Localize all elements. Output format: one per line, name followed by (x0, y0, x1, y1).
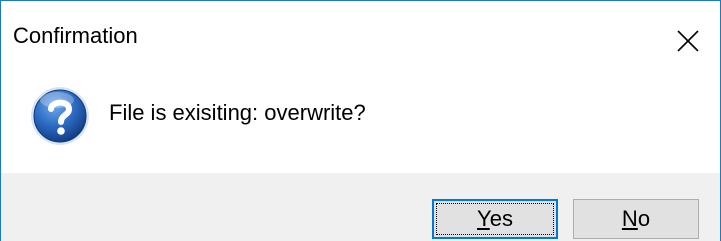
title-bar: Confirmation (1, 1, 720, 83)
no-button[interactable]: No (573, 199, 699, 239)
no-label-rest: o (637, 206, 651, 231)
close-icon (677, 30, 699, 52)
yes-button-label: Yes (477, 201, 513, 237)
no-accelerator: N (621, 206, 638, 231)
button-bar: Yes No (1, 173, 720, 241)
message-text: File is exisiting: overwrite? (109, 100, 366, 125)
confirmation-dialog: Confirmation File is exisiting: overwrit… (0, 0, 721, 241)
dialog-title: Confirmation (13, 23, 138, 48)
question-icon (31, 87, 89, 145)
yes-button[interactable]: Yes (432, 199, 558, 239)
yes-label-rest: es (489, 206, 513, 231)
yes-accelerator: Y (477, 206, 490, 231)
no-button-label: No (622, 201, 650, 237)
message-area: File is exisiting: overwrite? (1, 83, 720, 173)
close-button[interactable] (656, 1, 720, 81)
